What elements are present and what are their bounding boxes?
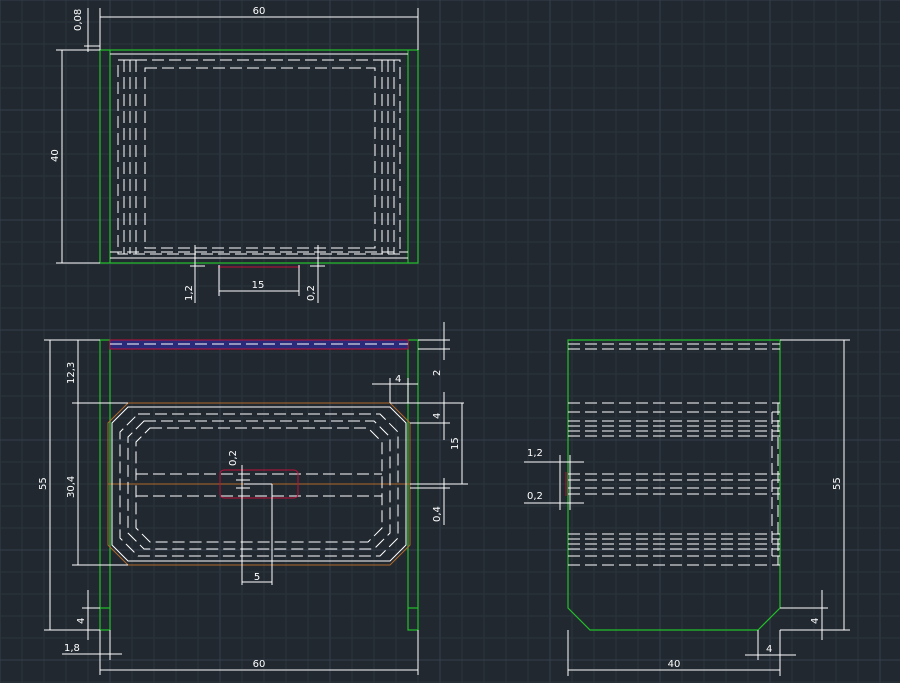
top-view-hidden-outer xyxy=(117,59,401,255)
front-view[interactable]: 55 12,3 30,4 4 1,8 60 4 2 4 15 0,4 0,2 5 xyxy=(38,322,468,675)
dim-front-right-lower[interactable]: 0,4 xyxy=(432,506,443,522)
dim-front-right-span[interactable]: 15 xyxy=(450,437,461,450)
dim-side-bottom[interactable]: 4 xyxy=(810,618,821,624)
dim-side-chamfer[interactable]: 4 xyxy=(766,644,772,655)
cad-drawing-canvas[interactable]: 60 0,08 40 1,2 15 0,2 55 12,3 30,4 4 1,8… xyxy=(0,0,900,683)
dim-front-top-right[interactable]: 2 xyxy=(432,370,443,376)
dim-front-chamfer[interactable]: 4 xyxy=(395,374,401,385)
dim-slot-length[interactable]: 15 xyxy=(252,280,265,291)
dim-front-leg[interactable]: 1,8 xyxy=(64,643,80,654)
top-view-outline[interactable] xyxy=(99,49,419,264)
front-view-hidden-inner xyxy=(135,427,383,543)
dim-top-offset[interactable]: 0,08 xyxy=(73,9,84,31)
dim-front-center-gap[interactable]: 0,2 xyxy=(228,450,239,466)
dim-front-right-upper[interactable]: 4 xyxy=(432,413,443,419)
dim-side-lower[interactable]: 0,2 xyxy=(527,491,543,502)
dim-front-mid[interactable]: 30,4 xyxy=(66,476,77,498)
dim-front-top[interactable]: 12,3 xyxy=(66,362,77,384)
dim-top-height[interactable]: 40 xyxy=(50,149,61,162)
dim-slot-right[interactable]: 0,2 xyxy=(306,285,317,301)
side-view[interactable]: 1,2 0,2 55 4 40 4 xyxy=(524,339,850,676)
dim-top-width[interactable]: 60 xyxy=(253,6,266,17)
dim-front-center-width[interactable]: 5 xyxy=(254,572,260,583)
top-view-hidden-inner xyxy=(144,67,376,249)
dim-side-upper[interactable]: 1,2 xyxy=(527,448,543,459)
dim-side-width[interactable]: 40 xyxy=(668,659,681,670)
dim-side-height[interactable]: 55 xyxy=(832,477,843,490)
dim-front-width[interactable]: 60 xyxy=(253,659,266,670)
dim-slot-left[interactable]: 1,2 xyxy=(184,285,195,301)
dim-front-height[interactable]: 55 xyxy=(38,477,49,490)
dim-front-bottom[interactable]: 4 xyxy=(76,618,87,624)
front-view-hidden-outer xyxy=(119,413,399,557)
